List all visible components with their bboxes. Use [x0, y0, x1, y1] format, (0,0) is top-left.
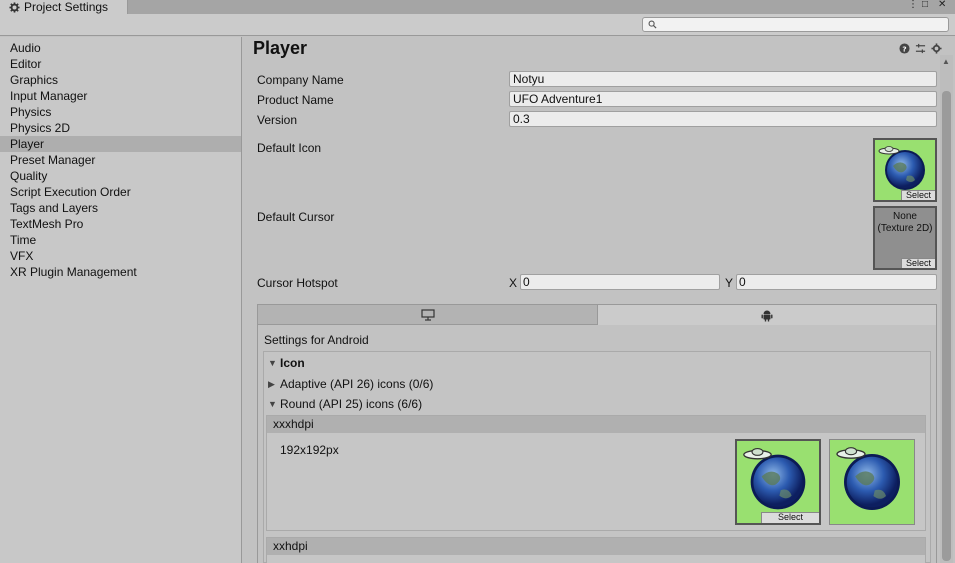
- window-title: Project Settings: [24, 0, 109, 14]
- settings-title: Settings for Android: [264, 333, 369, 347]
- sidebar-item-tags-and-layers[interactable]: Tags and Layers: [0, 200, 241, 216]
- help-icon[interactable]: ?: [898, 42, 910, 54]
- cursor-none-line2: (Texture 2D): [877, 223, 933, 234]
- gear-icon: [9, 1, 20, 13]
- scroll-thumb[interactable]: [942, 91, 951, 561]
- sidebar-item-quality[interactable]: Quality: [0, 168, 241, 184]
- adaptive-icons-foldout[interactable]: ▶ Adaptive (API 26) icons (0/6): [268, 377, 433, 391]
- search-input[interactable]: [659, 18, 944, 31]
- expanded-arrow-icon: ▼: [268, 399, 277, 409]
- sidebar-item-input-manager[interactable]: Input Manager: [0, 88, 241, 104]
- search-bar: [0, 14, 955, 36]
- collapsed-arrow-icon: ▶: [268, 378, 275, 389]
- vertical-scrollbar[interactable]: ▲: [940, 55, 953, 563]
- xxxhdpi-icon-slot[interactable]: Select: [735, 439, 821, 525]
- window-tab[interactable]: Project Settings: [0, 0, 128, 14]
- cursor-none-text: None (Texture 2D): [875, 211, 935, 235]
- window-menu-icon[interactable]: ⋮: [908, 0, 918, 10]
- expanded-arrow-icon: ▼: [268, 358, 277, 368]
- xxxhdpi-select-button[interactable]: Select: [761, 512, 819, 523]
- round-icons-label: Round (API 25) icons (6/6): [280, 397, 423, 411]
- monitor-icon: [420, 309, 435, 321]
- default-icon-label: Default Icon: [257, 141, 322, 155]
- hotspot-y-label: Y: [725, 276, 734, 290]
- ufo-globe-icon: [836, 447, 900, 510]
- cursor-hotspot-label: Cursor Hotspot: [257, 276, 338, 290]
- player-settings-panel: Player ? ▲ Company Name Notyu Product Na…: [243, 37, 955, 563]
- sidebar-item-audio[interactable]: Audio: [0, 40, 241, 56]
- search-field[interactable]: [642, 17, 949, 32]
- sidebar-item-time[interactable]: Time: [0, 232, 241, 248]
- product-name-label: Product Name: [257, 93, 334, 107]
- round-icons-foldout[interactable]: ▼ Round (API 25) icons (6/6): [268, 397, 422, 411]
- company-name-field[interactable]: Notyu: [509, 71, 937, 87]
- icon-foldout[interactable]: ▼ Icon: [268, 356, 305, 370]
- version-label: Version: [257, 113, 298, 127]
- cursor-none-line1: None: [893, 211, 917, 222]
- hotspot-x-label: X: [509, 276, 518, 290]
- sidebar-item-player[interactable]: Player: [0, 136, 241, 152]
- sidebar-item-textmesh-pro[interactable]: TextMesh Pro: [0, 216, 241, 232]
- tab-desktop[interactable]: [258, 305, 598, 325]
- hotspot-y-field[interactable]: 0: [736, 274, 937, 290]
- adaptive-icons-label: Adaptive (API 26) icons (0/6): [280, 377, 434, 391]
- xxxhdpi-header: xxxhdpi: [267, 416, 925, 433]
- settings-sidebar: Audio Editor Graphics Input Manager Phys…: [0, 37, 242, 563]
- default-cursor-label: Default Cursor: [257, 210, 335, 224]
- svg-text:?: ?: [902, 44, 906, 53]
- android-icon: [761, 310, 773, 321]
- xxhdpi-header: xxhdpi: [267, 538, 925, 555]
- product-name-field[interactable]: UFO Adventure1: [509, 91, 937, 107]
- sidebar-item-physics[interactable]: Physics: [0, 104, 241, 120]
- xxxhdpi-box: xxxhdpi 192x192px Select: [266, 415, 926, 531]
- version-field[interactable]: 0.3: [509, 111, 937, 127]
- ufo-globe-icon: [743, 447, 806, 510]
- sidebar-item-preset-manager[interactable]: Preset Manager: [0, 152, 241, 168]
- scroll-up-icon[interactable]: ▲: [942, 57, 950, 66]
- company-name-label: Company Name: [257, 73, 344, 87]
- xxxhdpi-preview: [829, 439, 915, 525]
- sidebar-item-editor[interactable]: Editor: [0, 56, 241, 72]
- page-title: Player: [253, 38, 308, 58]
- maximize-icon[interactable]: □: [922, 0, 928, 10]
- xxxhdpi-size: 192x192px: [280, 443, 339, 457]
- default-icon-select-button[interactable]: Select: [901, 190, 935, 200]
- sidebar-item-graphics[interactable]: Graphics: [0, 72, 241, 88]
- sidebar-item-physics-2d[interactable]: Physics 2D: [0, 120, 241, 136]
- android-settings: Settings for Android ▼ Icon ▶ Adaptive (…: [257, 325, 937, 563]
- search-icon: [648, 20, 657, 29]
- hotspot-x-field[interactable]: 0: [520, 274, 720, 290]
- sliders-icon[interactable]: [914, 42, 926, 54]
- platform-tabs: [257, 304, 937, 325]
- default-cursor-slot[interactable]: None (Texture 2D) Select: [873, 206, 937, 270]
- sidebar-item-vfx[interactable]: VFX: [0, 248, 241, 264]
- gear-icon[interactable]: [930, 42, 942, 54]
- title-bar: Project Settings ⋮ □ ✕: [0, 0, 955, 14]
- header-icons: ?: [898, 42, 942, 54]
- default-cursor-select-button[interactable]: Select: [901, 258, 935, 268]
- close-icon[interactable]: ✕: [938, 0, 946, 10]
- icon-section-label: Icon: [280, 356, 305, 370]
- sidebar-item-script-execution-order[interactable]: Script Execution Order: [0, 184, 241, 200]
- default-icon-slot[interactable]: Select: [873, 138, 937, 202]
- tab-android[interactable]: [598, 305, 936, 325]
- icon-section: ▼ Icon ▶ Adaptive (API 26) icons (0/6) ▼…: [263, 351, 931, 563]
- xxhdpi-box: xxhdpi: [266, 537, 926, 563]
- sidebar-item-xr-plugin-management[interactable]: XR Plugin Management: [0, 264, 241, 280]
